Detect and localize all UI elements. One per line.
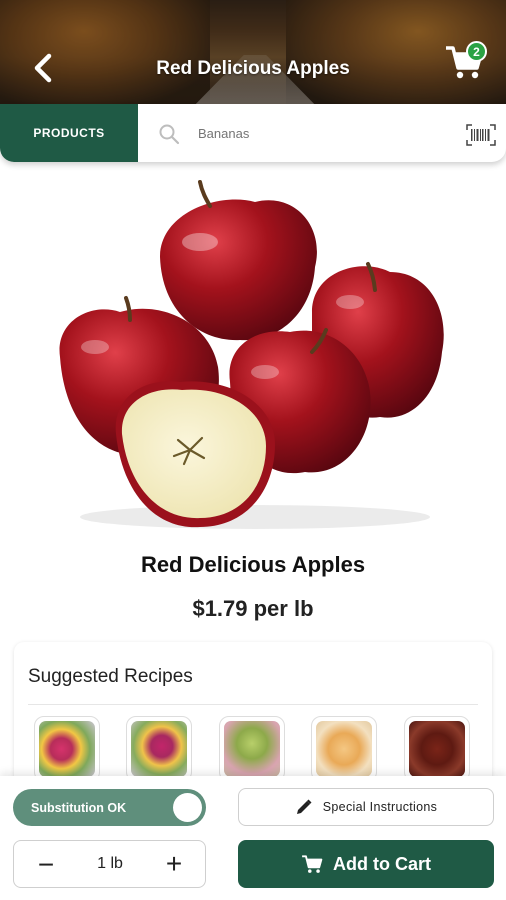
recipe-thumbnail[interactable]	[311, 716, 377, 782]
recipe-thumbnail[interactable]	[219, 716, 285, 782]
recipe-thumbnail[interactable]	[404, 716, 470, 782]
substitution-label: Substitution OK	[31, 800, 127, 815]
quantity-stepper: − 1 lb +	[13, 840, 206, 888]
chevron-left-icon	[34, 53, 52, 83]
divider	[28, 704, 478, 705]
page-title: Red Delicious Apples	[156, 58, 350, 79]
special-instructions-label: Special Instructions	[322, 800, 438, 814]
search-icon	[159, 124, 180, 145]
product-image	[59, 180, 444, 529]
add-to-cart-label: Add to Cart	[333, 853, 431, 874]
add-to-cart-button[interactable]: Add to Cart	[238, 840, 494, 888]
product-price: $1.79 per lb	[192, 596, 314, 621]
toggle-knob	[173, 793, 202, 822]
pencil-icon	[296, 799, 312, 814]
recipe-thumbnail[interactable]	[34, 716, 100, 782]
suggested-recipes-title: Suggested Recipes	[28, 666, 193, 687]
barcode-icon[interactable]	[466, 124, 496, 146]
bottom-action-bar: Substitution OK Special Instructions − 1…	[0, 776, 506, 900]
header	[0, 0, 506, 104]
substitution-toggle[interactable]: Substitution OK	[13, 789, 206, 826]
decrease-quantity-button[interactable]: −	[32, 849, 60, 880]
cart-count-badge: 2	[466, 41, 487, 62]
product-name: Red Delicious Apples	[140, 552, 366, 577]
quantity-value: 1 lb	[97, 855, 123, 872]
cart-icon	[302, 855, 323, 873]
search-bar: PRODUCTS	[0, 104, 506, 162]
special-instructions-button[interactable]: Special Instructions	[238, 788, 494, 826]
products-tab[interactable]: PRODUCTS	[0, 104, 138, 162]
search-input[interactable]	[198, 120, 448, 146]
back-button[interactable]	[26, 48, 60, 88]
recipe-thumbnail[interactable]	[126, 716, 192, 782]
increase-quantity-button[interactable]: +	[160, 848, 188, 879]
